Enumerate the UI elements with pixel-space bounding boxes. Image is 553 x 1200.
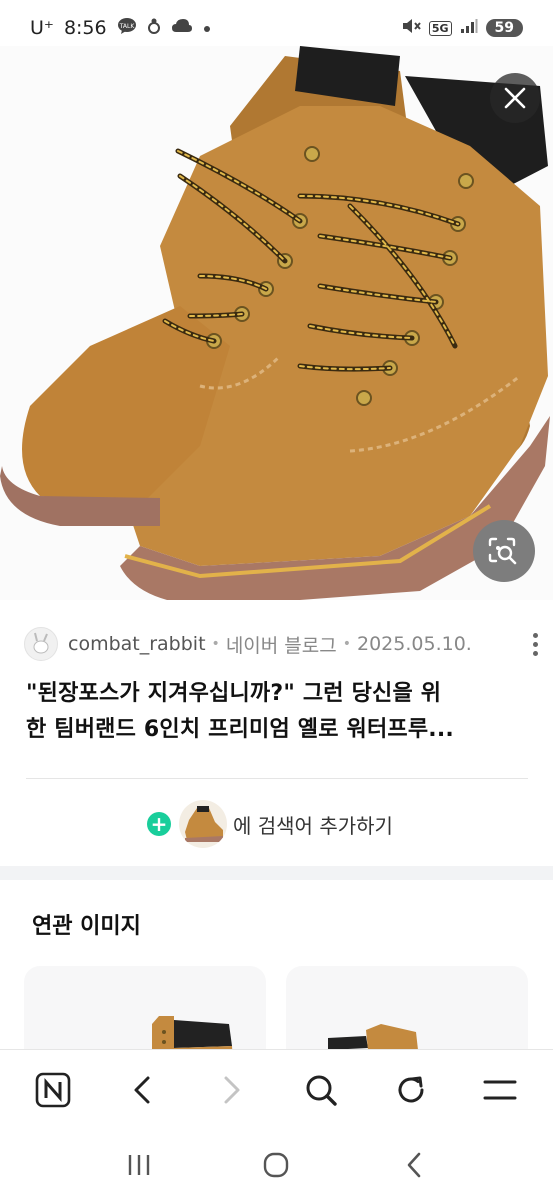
post-date: 2025.05.10. — [357, 633, 472, 655]
system-navigation-bar — [0, 1129, 553, 1200]
divider — [26, 778, 528, 779]
battery-indicator: 59 — [485, 19, 523, 37]
time-label: 8:56 — [63, 17, 107, 39]
forward-icon — [224, 1076, 240, 1103]
plus-icon: + — [147, 812, 171, 836]
forward-button[interactable] — [202, 1060, 262, 1120]
system-back-button[interactable] — [384, 1140, 444, 1190]
home-icon — [264, 1152, 289, 1177]
related-images-title: 연관 이미지 — [32, 914, 141, 939]
refresh-button[interactable] — [381, 1060, 441, 1120]
menu-button[interactable] — [470, 1060, 530, 1120]
section-separator — [0, 866, 553, 880]
image-search-button[interactable] — [473, 520, 535, 582]
back-button[interactable] — [112, 1060, 172, 1120]
status-left: U⁺ 8:56 TALK — [30, 17, 211, 39]
mute-icon — [401, 17, 421, 39]
talk-icon: TALK — [117, 17, 137, 39]
search-icon — [306, 1075, 337, 1106]
add-to-search-button[interactable]: + 에 검색어 추가하기 — [147, 798, 393, 850]
author-name[interactable]: combat_rabbit — [68, 633, 206, 655]
author-avatar — [24, 627, 58, 661]
back-icon — [134, 1076, 150, 1103]
result-title[interactable]: "된장포스가 지겨우십니까?" 그런 당신을 위 한 팀버랜드 6인치 프리미엄… — [26, 676, 526, 748]
separator-dot: • — [342, 636, 351, 652]
dot-icon — [203, 19, 211, 37]
network-label: 5G — [428, 20, 452, 36]
naver-home-button[interactable] — [23, 1060, 83, 1120]
result-title-line2: 한 팀버랜드 6인치 프리미엄 옐로 워터프루... — [26, 717, 454, 742]
close-icon — [504, 87, 526, 109]
browser-toolbar — [0, 1049, 553, 1129]
source-platform: 네이버 블로그 — [225, 634, 337, 657]
boots-image — [0, 46, 550, 600]
add-search-label: 에 검색어 추가하기 — [233, 813, 393, 838]
query-thumbnail — [179, 800, 227, 848]
refresh-icon — [398, 1076, 424, 1102]
more-options-icon[interactable] — [531, 632, 539, 656]
result-title-line1: "된장포스가 지겨우십니까?" 그런 당신을 위 — [26, 681, 442, 706]
image-search-icon — [488, 537, 517, 565]
svg-text:TALK: TALK — [118, 23, 135, 30]
main-image[interactable] — [0, 46, 553, 600]
game-icon — [147, 17, 161, 39]
status-right: 5G 59 — [401, 17, 523, 39]
menu-icon — [483, 1080, 517, 1099]
home-button[interactable] — [246, 1140, 306, 1190]
recent-apps-icon — [128, 1154, 150, 1175]
back-icon — [407, 1152, 421, 1177]
separator-dot: • — [211, 636, 220, 652]
carrier-label: U⁺ — [30, 17, 54, 39]
search-button[interactable] — [291, 1060, 351, 1120]
close-button[interactable] — [490, 73, 540, 123]
recent-apps-button[interactable] — [109, 1140, 169, 1190]
signal-icon — [460, 18, 478, 38]
naver-home-icon — [35, 1072, 71, 1107]
source-row[interactable]: combat_rabbit • 네이버 블로그 • 2025.05.10. — [24, 622, 539, 666]
cloud-icon — [171, 18, 193, 38]
